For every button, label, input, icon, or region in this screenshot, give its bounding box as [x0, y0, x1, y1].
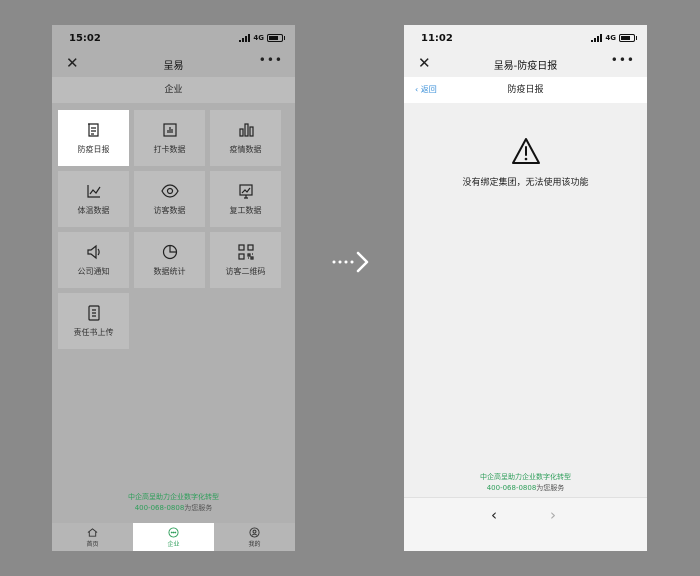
- tab-home[interactable]: 首页: [52, 523, 133, 551]
- battery-icon: [619, 34, 637, 42]
- footer-note: 中企高呈助力企业数字化转型 400-068-0808为您服务: [52, 492, 295, 514]
- tile-company-notice[interactable]: 公司通知: [58, 232, 129, 288]
- tile-visitor-data[interactable]: 访客数据: [134, 171, 205, 227]
- trend-icon: [238, 184, 253, 199]
- signal-icon: [239, 34, 251, 42]
- tab-bar: 首页 企业 我的: [52, 523, 295, 551]
- signal-icon: [591, 34, 603, 42]
- footer-note: 中企高呈助力企业数字化转型 400-068-0808为您服务: [404, 472, 647, 494]
- line-chart-icon: [86, 185, 100, 198]
- pie-chart-icon: [162, 244, 177, 260]
- qr-code-icon: [237, 244, 254, 260]
- tab-label: 我的: [248, 540, 261, 548]
- eye-icon: [160, 184, 179, 198]
- feature-grid: 防疫日报 打卡数据 疫情数据 体温数据 访客数据 复工数据 公司通知 数据统计 …: [58, 110, 289, 349]
- footer-brand: 中企高呈: [480, 473, 508, 481]
- more-icon[interactable]: •••: [259, 53, 283, 67]
- tile-data-statistics[interactable]: 数据统计: [134, 232, 205, 288]
- tab-label: 首页: [86, 540, 99, 548]
- tile-responsibility-upload[interactable]: 责任书上传: [58, 293, 129, 349]
- tile-visitor-qr-code[interactable]: 访客二维码: [210, 232, 281, 288]
- nav-bar: ✕ 呈易 •••: [52, 51, 295, 77]
- tile-label: 复工数据: [229, 206, 262, 215]
- more-icon[interactable]: •••: [611, 53, 635, 67]
- status-icons: 4G: [591, 34, 637, 42]
- status-time: 15:02: [69, 33, 101, 44]
- tab-enterprise[interactable]: 企业: [133, 523, 214, 551]
- browser-toolbar: ‹ ›: [404, 497, 647, 551]
- tile-label: 责任书上传: [73, 328, 114, 337]
- home-icon: [87, 527, 98, 537]
- speaker-icon: [86, 244, 100, 260]
- nav-bar: ✕ 呈易-防疫日报 •••: [404, 51, 647, 77]
- footer-phone[interactable]: 400-068-0808: [135, 504, 185, 512]
- footer-brand: 中企高呈: [128, 493, 156, 501]
- tab-mine[interactable]: 我的: [214, 523, 295, 551]
- footer-phone-suffix: 为您服务: [536, 484, 565, 492]
- bar-chart-icon: [162, 123, 177, 137]
- back-link[interactable]: ‹ 返回: [415, 77, 437, 103]
- page-title: 企业: [52, 77, 295, 103]
- tile-label: 体温数据: [77, 206, 110, 215]
- tile-label: 访客数据: [153, 206, 186, 215]
- footer-phone[interactable]: 400-068-0808: [487, 484, 537, 492]
- tile-resume-work-data[interactable]: 复工数据: [210, 171, 281, 227]
- tile-label: 数据统计: [153, 267, 186, 276]
- warning-text: 没有绑定集团，无法使用该功能: [462, 178, 589, 188]
- warning-icon: [511, 138, 540, 164]
- battery-icon: [267, 34, 285, 42]
- tile-epidemic-report[interactable]: 防疫日报: [58, 110, 129, 166]
- warning-message: 没有绑定集团，无法使用该功能: [404, 137, 647, 188]
- column-chart-icon: [238, 123, 254, 137]
- footer-slogan: 助力企业数字化转型: [156, 493, 219, 501]
- tile-label: 访客二维码: [225, 267, 266, 276]
- page-title: 防疫日报: [507, 85, 544, 95]
- chat-icon: [168, 526, 179, 538]
- profile-icon: [249, 526, 260, 538]
- tile-label: 公司通知: [77, 267, 110, 276]
- left-phone-screen: 15:02 4G ✕ 呈易 ••• 企业 防疫日报 打卡数据 疫情数据 体温数据…: [52, 25, 295, 551]
- tile-epidemic-data[interactable]: 疫情数据: [210, 110, 281, 166]
- tile-label: 疫情数据: [229, 145, 262, 154]
- footer-slogan: 助力企业数字化转型: [508, 473, 571, 481]
- tile-label: 打卡数据: [153, 145, 186, 154]
- tab-label: 企业: [167, 540, 180, 548]
- network-label: 4G: [605, 34, 616, 42]
- tile-checkin-data[interactable]: 打卡数据: [134, 110, 205, 166]
- tile-label: 防疫日报: [77, 145, 110, 154]
- network-label: 4G: [253, 34, 264, 42]
- browser-forward-icon[interactable]: ›: [550, 506, 556, 524]
- page-header: ‹ 返回 防疫日报: [404, 77, 647, 103]
- footer-phone-suffix: 为您服务: [184, 504, 213, 512]
- status-time: 11:02: [421, 33, 453, 44]
- upload-doc-icon: [87, 305, 100, 321]
- back-label: 返回: [420, 85, 437, 94]
- right-phone-screen: 11:02 4G ✕ 呈易-防疫日报 ••• ‹ 返回 防疫日报 没有绑定集团，…: [404, 25, 647, 551]
- document-icon: [87, 123, 99, 137]
- tile-temperature-data[interactable]: 体温数据: [58, 171, 129, 227]
- status-bar: 11:02 4G: [404, 25, 647, 51]
- status-icons: 4G: [239, 34, 285, 42]
- browser-back-icon[interactable]: ‹: [491, 506, 497, 524]
- status-bar: 15:02 4G: [52, 25, 295, 51]
- transition-arrow-icon: [332, 251, 369, 273]
